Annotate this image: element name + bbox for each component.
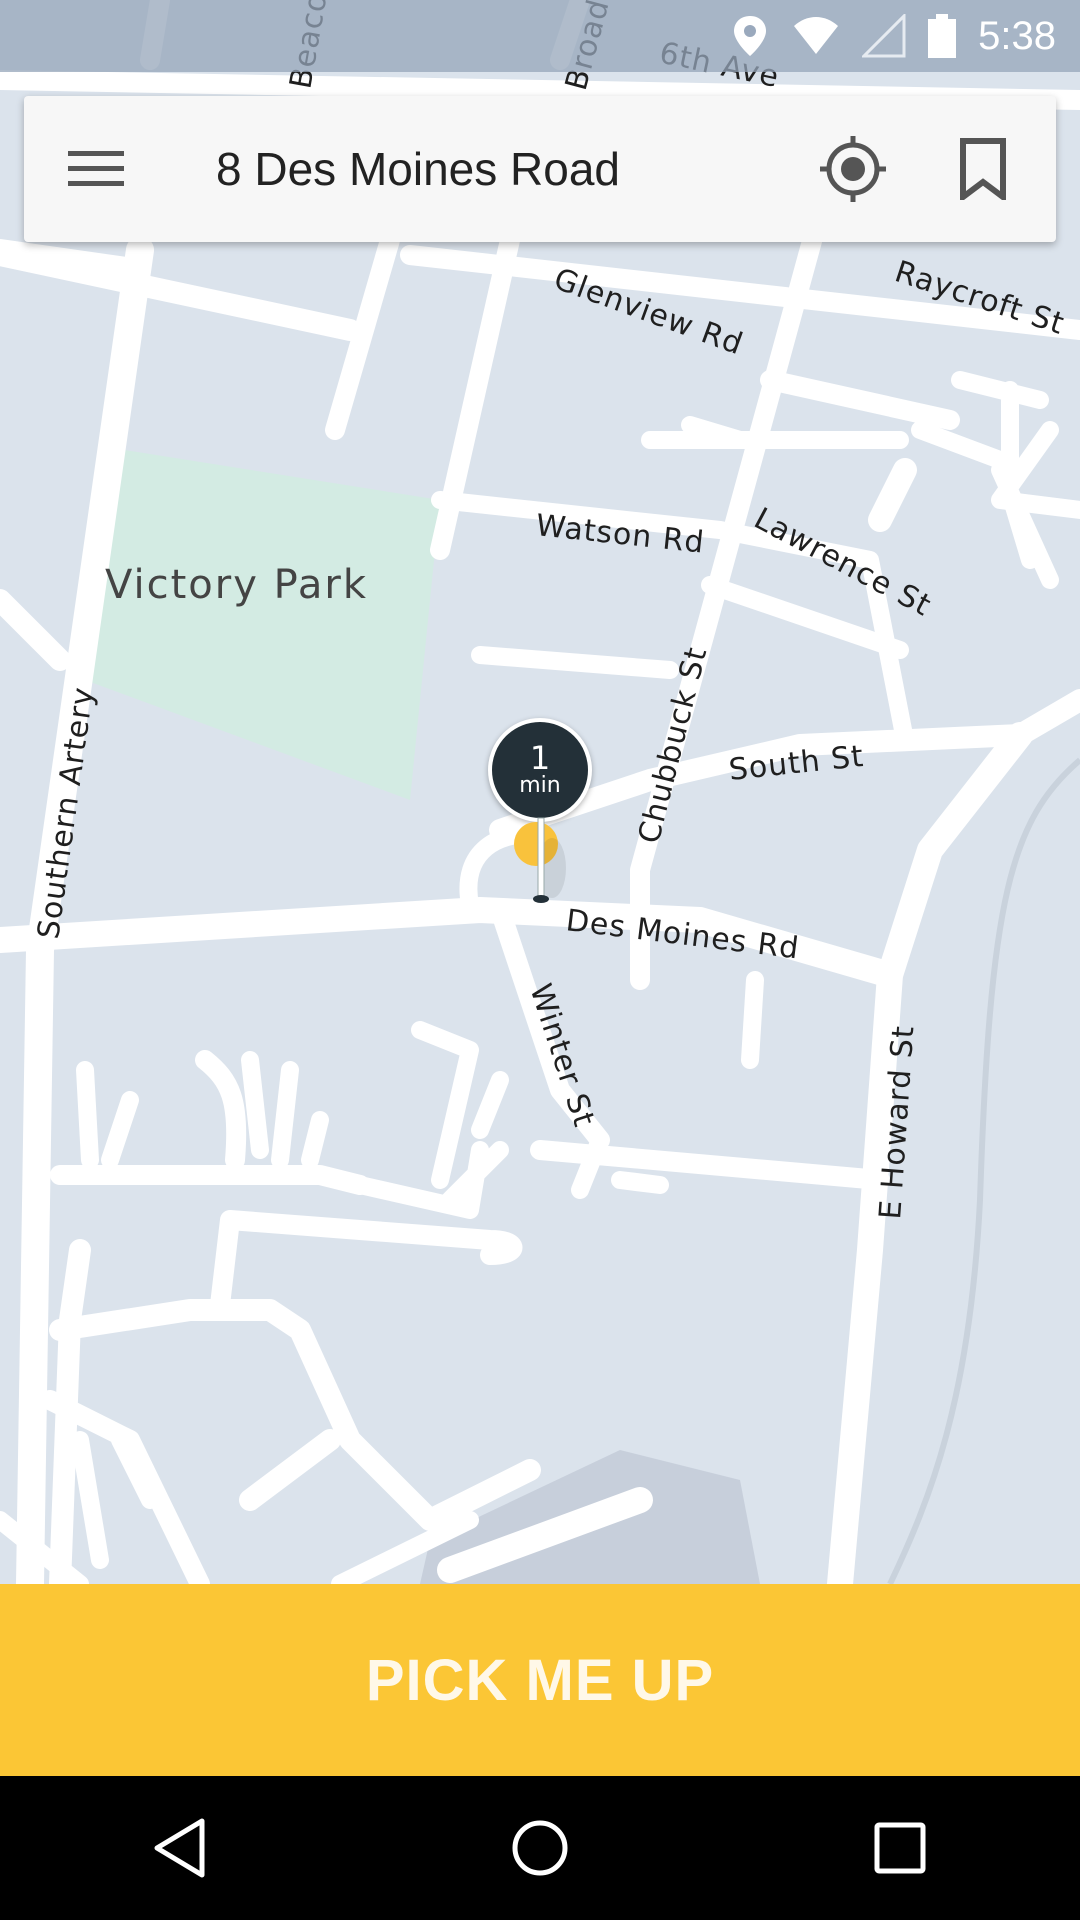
street-label-southern-artery: Southern Artery	[31, 685, 101, 942]
pick-me-up-button[interactable]: PICK ME UP	[0, 1584, 1080, 1776]
cell-signal-icon	[862, 14, 906, 58]
pin-stem-icon	[514, 817, 566, 903]
my-location-icon[interactable]	[818, 134, 888, 204]
home-circle-icon	[512, 1820, 568, 1876]
recents-square-icon	[874, 1822, 926, 1874]
battery-icon	[928, 14, 957, 58]
street-label-winter: Winter St	[522, 980, 601, 1132]
back-button[interactable]	[120, 1798, 240, 1898]
address-field[interactable]: 8 Des Moines Road	[216, 142, 818, 196]
status-time: 5:38	[978, 13, 1056, 58]
system-navigation-bar	[0, 1776, 1080, 1920]
status-bar: 5:38	[0, 0, 1080, 72]
address-card[interactable]: 8 Des Moines Road	[24, 96, 1056, 242]
park-label: Victory Park	[105, 562, 368, 608]
home-button[interactable]	[480, 1798, 600, 1898]
street-label-raycroft: Raycroft St	[891, 254, 1069, 342]
victory-park-area	[85, 450, 440, 800]
location-icon	[734, 16, 767, 56]
wifi-icon	[794, 17, 839, 54]
recents-button[interactable]	[840, 1798, 960, 1898]
back-triangle-icon	[154, 1818, 205, 1878]
hamburger-menu-icon[interactable]	[68, 149, 124, 189]
street-label-watson: Watson Rd	[534, 508, 706, 561]
pick-me-up-label: PICK ME UP	[365, 1647, 715, 1713]
pickup-pin[interactable]: 1 min	[488, 718, 592, 904]
bookmark-icon[interactable]	[958, 138, 1008, 200]
